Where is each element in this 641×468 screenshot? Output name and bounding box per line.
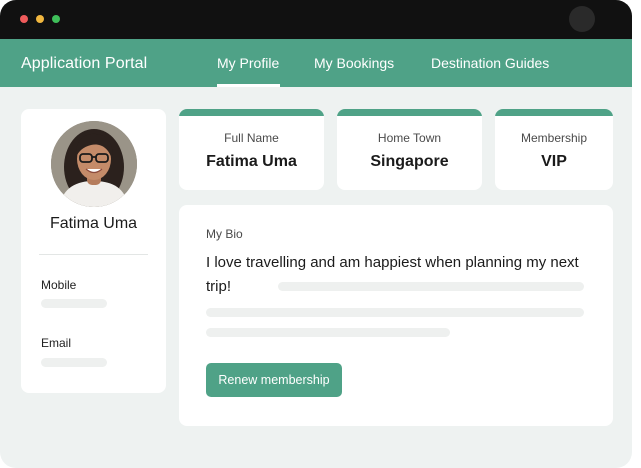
user-photo-icon xyxy=(51,121,137,207)
home-town-value: Singapore xyxy=(370,153,449,170)
bio-placeholder-line xyxy=(278,282,584,291)
home-town-label: Home Town xyxy=(377,131,442,145)
account-avatar-button[interactable] xyxy=(569,6,595,32)
membership-value: VIP xyxy=(541,153,567,170)
email-label: Email xyxy=(41,336,72,350)
close-window-button[interactable] xyxy=(20,15,28,23)
home-town-card: Home Town Singapore xyxy=(337,109,482,190)
minimize-window-button[interactable] xyxy=(36,15,44,23)
full-name-card: Full Name Fatima Uma xyxy=(179,109,324,190)
mobile-value-placeholder xyxy=(41,299,107,308)
divider xyxy=(39,254,148,255)
card-accent-stripe xyxy=(179,109,324,116)
card-accent-stripe xyxy=(337,109,482,116)
tab-destination-guides[interactable]: Destination Guides xyxy=(431,55,549,71)
tab-my-profile[interactable]: My Profile xyxy=(217,55,279,71)
maximize-window-button[interactable] xyxy=(52,15,60,23)
bio-label: My Bio xyxy=(206,227,243,241)
card-accent-stripe xyxy=(495,109,613,116)
app-window: Application Portal My Profile My Booking… xyxy=(0,0,632,468)
membership-label: Membership xyxy=(520,131,588,145)
membership-card: Membership VIP xyxy=(495,109,613,190)
mobile-label: Mobile xyxy=(41,278,77,292)
bio-placeholder-line xyxy=(206,308,584,317)
title-bar xyxy=(0,0,632,39)
tab-my-bookings[interactable]: My Bookings xyxy=(314,55,394,71)
full-name-label: Full Name xyxy=(224,131,279,145)
profile-name: Fatima Uma xyxy=(49,215,138,232)
active-tab-indicator xyxy=(217,84,280,87)
full-name-value: Fatima Uma xyxy=(206,153,297,170)
bio-card: My Bio I love travelling and am happiest… xyxy=(179,205,613,426)
bio-text: I love travelling and am happiest when p… xyxy=(206,254,579,295)
profile-card: Fatima Uma Mobile Email xyxy=(21,109,166,393)
renew-membership-button[interactable]: Renew membership xyxy=(206,363,342,397)
bio-placeholder-line xyxy=(206,328,450,337)
top-navigation: Application Portal My Profile My Booking… xyxy=(0,39,632,87)
email-value-placeholder xyxy=(41,358,107,367)
app-title: Application Portal xyxy=(21,55,148,72)
